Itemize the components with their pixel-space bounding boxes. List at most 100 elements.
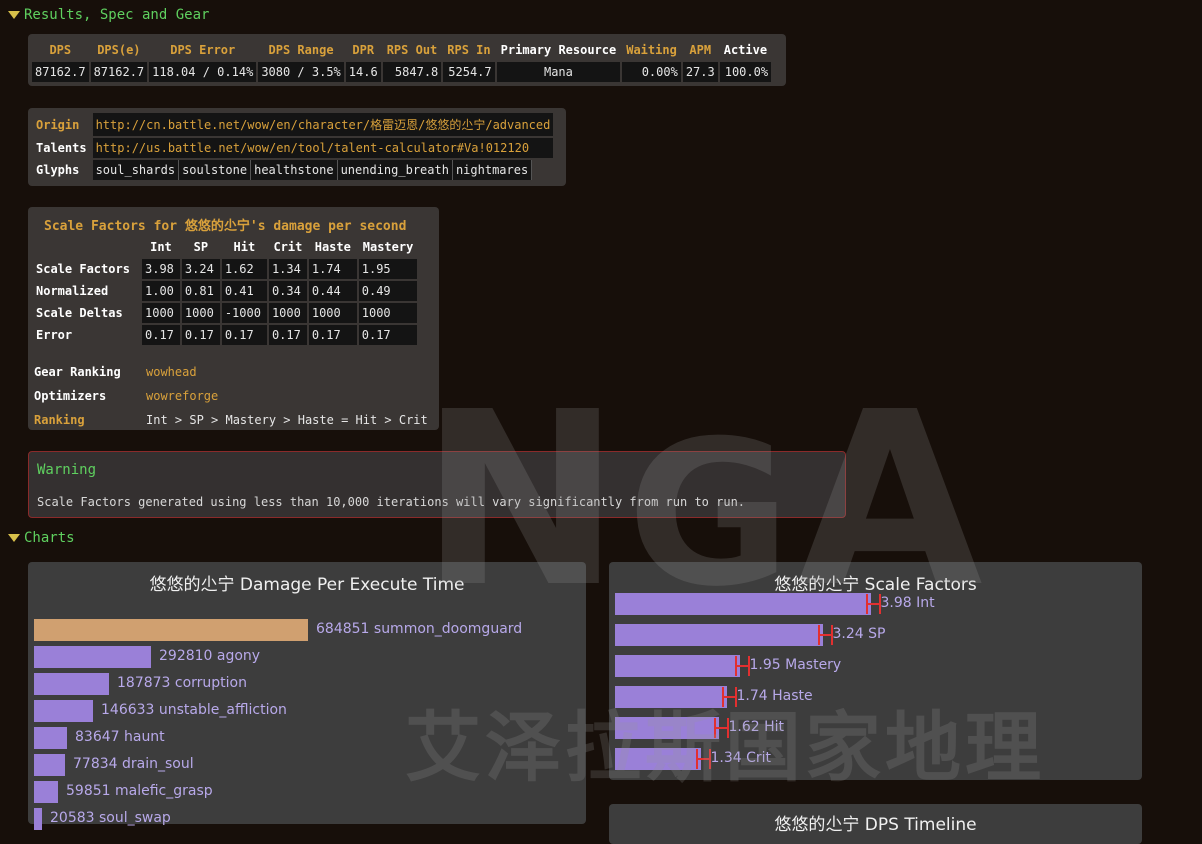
scale-factors-col-header: Int — [150, 240, 172, 254]
section-title: Charts — [24, 530, 75, 546]
dpe-bar-label: 146633 unstable_affliction — [101, 702, 287, 718]
dpe-chart-title: 悠悠的尐宁 Damage Per Execute Time — [149, 575, 465, 595]
scale-factors-cell: 0.41 — [221, 281, 267, 301]
dpe-bar — [34, 700, 93, 722]
sf-bar-label: 1.95 Mastery — [749, 657, 842, 673]
sf-bar — [615, 686, 727, 708]
sf-chart-panel: 悠悠的尐宁 Scale Factors 3.98 Int 3.24 SP 1.95 … — [609, 562, 1142, 780]
scale-factors-col-header: SP — [193, 240, 209, 254]
sf-chart-title: 悠悠的尐宁 Scale Factors — [774, 575, 977, 595]
gear-ranking-link[interactable]: wowhead — [146, 365, 197, 379]
scale-factors-cell: 1000 — [358, 303, 418, 323]
scale-factors-cell: -1000 — [221, 303, 267, 323]
sf-bar-label: 3.98 Int — [880, 595, 935, 611]
glyph-item: nightmares — [452, 160, 533, 180]
section-toggle-charts[interactable]: Charts — [8, 530, 75, 546]
results-header-row: DPS DPS(e) DPS Error DPS Range DPR RPS Out RPS… — [32, 40, 771, 60]
results-col-header: Active — [723, 43, 768, 57]
results-panel: DPS DPS(e) DPS Error DPS Range DPR RPS Out RPS… — [28, 34, 786, 86]
dpe-bar-label: 292810 agony — [159, 648, 261, 664]
scale-factors-row: Scale Deltas 1000 1000 -1000 1000 1000 1000 — [32, 303, 418, 323]
sf-bar — [615, 717, 719, 739]
glyph-item: healthstone — [251, 160, 338, 180]
dpe-bar — [34, 727, 67, 749]
section-title: Results, Spec and Gear — [24, 7, 210, 23]
dpe-bar — [34, 673, 109, 695]
sf-error-bar — [865, 594, 881, 614]
ranking-label: Ranking — [34, 413, 85, 427]
results-col-header: DPS(e) — [97, 43, 141, 57]
results-cell: 5254.7 — [443, 62, 495, 82]
dpe-bar — [34, 781, 58, 803]
sf-error-bar — [713, 718, 729, 738]
results-value-row: 87162.7 87162.7 118.04 / 0.14% 3080 / 3.5% 1… — [32, 62, 772, 82]
results-cell: 5847.8 — [382, 62, 442, 82]
scale-factors-cell: 1.74 — [308, 259, 357, 279]
scale-factors-cell: 1.00 — [142, 281, 180, 301]
results-col-header: RPS Out — [386, 43, 438, 57]
scale-factors-row-label: Scale Deltas — [36, 306, 123, 320]
dpe-bar-label: 77834 drain_soul — [73, 756, 194, 772]
ranking-value: Int > SP > Mastery > Haste = Hit > Crit — [146, 413, 428, 427]
results-col-header: DPS Range — [268, 43, 334, 57]
results-col-header: DPS — [49, 43, 72, 57]
glyphs-label: Glyphs — [36, 163, 80, 177]
dpe-bar — [34, 646, 151, 668]
scale-factors-col-header: Mastery — [362, 240, 414, 254]
optimizers-link[interactable]: wowreforge — [146, 389, 218, 403]
scale-factors-cell: 3.24 — [181, 259, 220, 279]
scale-factors-cell: 0.81 — [181, 281, 220, 301]
scale-factors-cell: 1.62 — [221, 259, 267, 279]
scale-factors-corner — [32, 237, 140, 257]
scale-factors-table: Int SP Hit Crit Haste Mastery Scale Factors 3.… — [30, 235, 419, 347]
results-col-header: Waiting — [626, 43, 677, 57]
scale-factors-extra: Gear Ranking wowhead Optimizers wowreforge… — [34, 360, 428, 432]
sf-bar-label: 1.34 Crit — [710, 750, 772, 766]
expand-triangle-icon — [8, 11, 20, 19]
talents-label: Talents — [36, 141, 87, 155]
results-table: DPS DPS(e) DPS Error DPS Range DPR RPS Out RPS… — [30, 38, 773, 84]
info-panel: Origin http://cn.battle.net/wow/en/chara… — [28, 108, 566, 186]
scale-factors-row: Error 0.17 0.17 0.17 0.17 0.17 0.17 — [32, 325, 418, 345]
scale-factors-cell: 1.34 — [268, 259, 307, 279]
warning-box: Warning Scale Factors generated using le… — [28, 451, 846, 518]
scale-factors-cell: 1.95 — [358, 259, 418, 279]
results-col-header: DPS Error — [170, 43, 236, 57]
dpe-bar-label: 59851 malefic_grasp — [66, 783, 213, 799]
results-cell: 0.00% — [622, 62, 681, 82]
section-toggle-results[interactable]: Results, Spec and Gear — [8, 7, 209, 23]
results-cell: 87162.7 — [32, 62, 89, 82]
sf-bar — [615, 624, 823, 646]
scale-factors-cell: 0.34 — [268, 281, 307, 301]
sf-bar — [615, 748, 701, 770]
scale-factors-cell: 3.98 — [142, 259, 180, 279]
scale-factors-row: Scale Factors 3.98 3.24 1.62 1.34 1.74 1.95 — [32, 259, 418, 279]
scale-factors-cell: 0.17 — [308, 325, 357, 345]
glyph-item: unending_breath — [337, 160, 453, 180]
scale-factors-header-row: Int SP Hit Crit Haste Mastery — [32, 237, 417, 257]
optimizers-label: Optimizers — [34, 389, 107, 403]
scale-factors-row-label: Normalized — [36, 284, 109, 298]
results-cell: 100.0% — [719, 62, 772, 82]
warning-title: Warning — [37, 462, 97, 478]
results-cell: 27.3 — [682, 62, 718, 82]
scale-factors-col-header: Crit — [273, 240, 303, 254]
scale-factors-cell: 1000 — [268, 303, 307, 323]
timeline-chart-panel: 悠悠的尐宁 DPS Timeline — [609, 804, 1142, 844]
scale-factors-col-header: Haste — [314, 240, 351, 254]
results-cell: 14.6 — [345, 62, 381, 82]
sf-error-bar — [734, 656, 750, 676]
results-cell: Mana — [496, 62, 621, 82]
talents-link[interactable]: http://us.battle.net/wow/en/tool/talent-… — [96, 141, 529, 155]
dpe-bar-label: 83647 haunt — [75, 729, 165, 745]
gear-ranking-label: Gear Ranking — [34, 365, 121, 379]
results-cell: 87162.7 — [90, 62, 148, 82]
dpe-bar-label: 684851 summon_doomguard — [316, 621, 523, 637]
results-cell: 3080 / 3.5% — [258, 62, 344, 82]
origin-link[interactable]: http://cn.battle.net/wow/en/character/格雷… — [96, 118, 551, 132]
dpe-bar — [34, 619, 308, 641]
results-col-header: DPR — [352, 43, 375, 57]
scale-factors-cell: 0.17 — [358, 325, 418, 345]
scale-factors-cell: 0.17 — [142, 325, 180, 345]
scale-factors-col-header: Hit — [233, 240, 256, 254]
